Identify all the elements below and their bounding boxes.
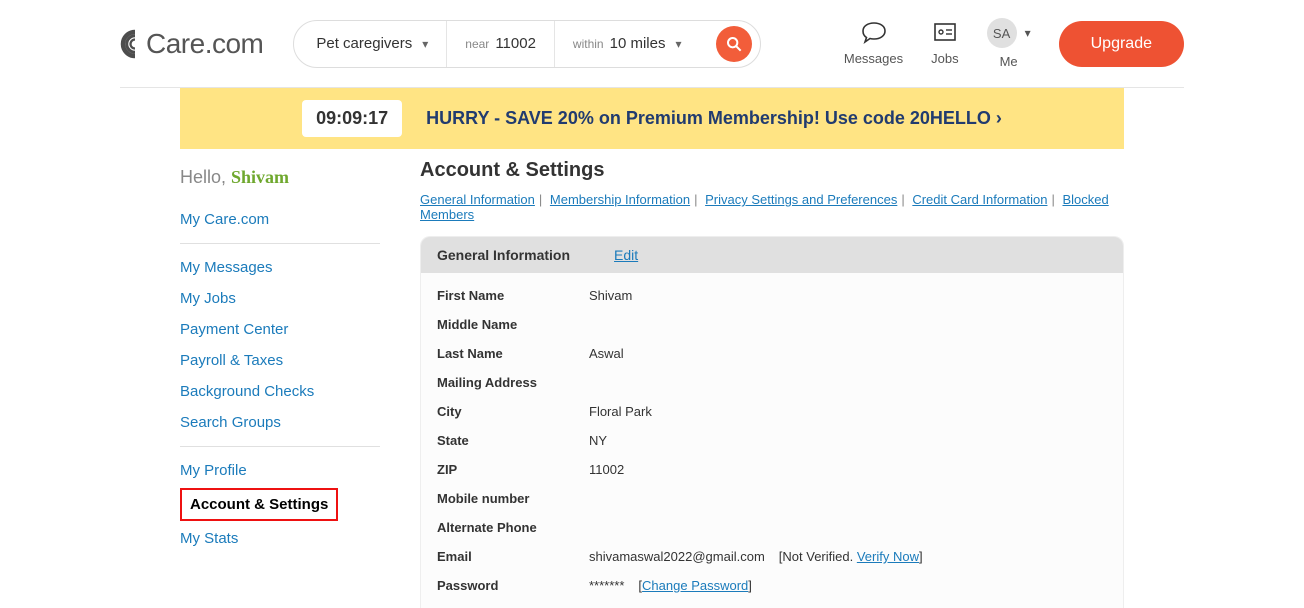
search-near-value: 11002 bbox=[495, 35, 536, 52]
logo-text: Care.com bbox=[146, 28, 263, 60]
jobs-label: Jobs bbox=[931, 51, 958, 66]
header-right: Messages Jobs SA ▾ Me bbox=[844, 18, 1184, 69]
panel-body: First Name Shivam Middle Name Last Name … bbox=[421, 273, 1123, 608]
search-within-label: within bbox=[573, 37, 604, 51]
sidebar-item-payroll-taxes[interactable]: Payroll & Taxes bbox=[180, 345, 380, 376]
zip-label: ZIP bbox=[437, 462, 589, 477]
sidebar-item-payment-center[interactable]: Payment Center bbox=[180, 314, 380, 345]
password-value: ******* bbox=[589, 578, 624, 593]
last-name-value: Aswal bbox=[589, 346, 624, 361]
hello-name: Shivam bbox=[231, 167, 289, 187]
password-label: Password bbox=[437, 578, 589, 593]
city-value: Floral Park bbox=[589, 404, 652, 419]
search-category-value: Pet caregivers bbox=[316, 35, 412, 52]
sidebar-item-background-checks[interactable]: Background Checks bbox=[180, 376, 380, 407]
field-last-name: Last Name Aswal bbox=[437, 339, 1107, 368]
general-info-panel: General Information Edit First Name Shiv… bbox=[420, 236, 1124, 608]
state-value: NY bbox=[589, 433, 607, 448]
search-bar: Pet caregivers ▾ near 11002 within 10 mi… bbox=[293, 20, 760, 68]
me-label: Me bbox=[1000, 54, 1018, 69]
middle-name-label: Middle Name bbox=[437, 317, 589, 332]
email-value: shivamaswal2022@gmail.com bbox=[589, 549, 765, 564]
first-name-value: Shivam bbox=[589, 288, 632, 303]
hello-greeting: Hello, Shivam bbox=[180, 167, 380, 188]
page-title: Account & Settings bbox=[420, 159, 1124, 182]
search-near-label: near bbox=[465, 37, 489, 51]
me-nav[interactable]: SA ▾ Me bbox=[987, 18, 1031, 69]
sidebar: Hello, Shivam My Care.com My Messages My… bbox=[180, 159, 380, 608]
last-name-label: Last Name bbox=[437, 346, 589, 361]
field-zip: ZIP 11002 bbox=[437, 455, 1107, 484]
search-within-value: 10 miles bbox=[610, 35, 666, 52]
alt-phone-label: Alternate Phone bbox=[437, 520, 589, 535]
upgrade-button[interactable]: Upgrade bbox=[1059, 21, 1184, 67]
sidebar-item-account-settings[interactable]: Account & Settings bbox=[180, 488, 338, 521]
messages-nav[interactable]: Messages bbox=[844, 21, 903, 66]
email-status-suffix: ] bbox=[919, 549, 923, 564]
password-change-wrap: [Change Password] bbox=[638, 578, 751, 593]
promo-timer: 09:09:17 bbox=[302, 100, 402, 137]
search-category[interactable]: Pet caregivers ▾ bbox=[294, 21, 446, 67]
content: Account & Settings General Information| … bbox=[420, 159, 1124, 608]
field-middle-name: Middle Name bbox=[437, 310, 1107, 339]
avatar: SA bbox=[987, 18, 1017, 48]
sidebar-item-my-care[interactable]: My Care.com bbox=[180, 204, 380, 235]
promo-banner[interactable]: 09:09:17 HURRY - SAVE 20% on Premium Mem… bbox=[180, 88, 1124, 149]
mobile-label: Mobile number bbox=[437, 491, 589, 506]
sub-links: General Information| Membership Informat… bbox=[420, 192, 1124, 222]
promo-text: HURRY - SAVE 20% on Premium Membership! … bbox=[426, 108, 1002, 129]
search-near[interactable]: near 11002 bbox=[446, 21, 554, 67]
mailing-label: Mailing Address bbox=[437, 375, 589, 390]
email-status: [Not Verified. Verify Now] bbox=[779, 549, 923, 564]
logo[interactable]: Care.com bbox=[120, 28, 263, 60]
link-membership-info[interactable]: Membership Information bbox=[550, 192, 690, 207]
main: Hello, Shivam My Care.com My Messages My… bbox=[0, 149, 1304, 608]
field-alt-phone: Alternate Phone bbox=[437, 513, 1107, 542]
jobs-nav[interactable]: Jobs bbox=[931, 21, 958, 66]
search-button[interactable] bbox=[716, 26, 752, 62]
chevron-down-icon: ▾ bbox=[675, 37, 681, 51]
messages-icon bbox=[861, 21, 887, 45]
first-name-label: First Name bbox=[437, 288, 589, 303]
edit-link[interactable]: Edit bbox=[614, 247, 638, 263]
verify-now-link[interactable]: Verify Now bbox=[857, 549, 919, 564]
chevron-down-icon: ▾ bbox=[1025, 26, 1031, 40]
field-city: City Floral Park bbox=[437, 397, 1107, 426]
email-label: Email bbox=[437, 549, 589, 564]
sidebar-item-my-profile[interactable]: My Profile bbox=[180, 455, 380, 486]
hello-text: Hello, bbox=[180, 167, 231, 187]
state-label: State bbox=[437, 433, 589, 448]
link-privacy[interactable]: Privacy Settings and Preferences bbox=[705, 192, 897, 207]
field-mailing-address: Mailing Address bbox=[437, 368, 1107, 397]
field-state: State NY bbox=[437, 426, 1107, 455]
field-password: Password ******* [Change Password] bbox=[437, 571, 1107, 600]
change-password-link[interactable]: Change Password bbox=[642, 578, 748, 593]
link-credit-card[interactable]: Credit Card Information bbox=[912, 192, 1047, 207]
link-general-info[interactable]: General Information bbox=[420, 192, 535, 207]
chevron-down-icon: ▾ bbox=[422, 37, 428, 51]
sidebar-item-my-jobs[interactable]: My Jobs bbox=[180, 283, 380, 314]
field-email: Email shivamaswal2022@gmail.com [Not Ver… bbox=[437, 542, 1107, 571]
header: Care.com Pet caregivers ▾ near 11002 wit… bbox=[0, 0, 1304, 87]
field-first-name: First Name Shivam bbox=[437, 281, 1107, 310]
field-mobile: Mobile number bbox=[437, 484, 1107, 513]
panel-header: General Information Edit bbox=[421, 237, 1123, 273]
zip-value: 11002 bbox=[589, 462, 624, 477]
sidebar-item-my-stats[interactable]: My Stats bbox=[180, 523, 380, 554]
jobs-icon bbox=[933, 22, 957, 44]
sidebar-item-search-groups[interactable]: Search Groups bbox=[180, 407, 380, 438]
sidebar-item-my-messages[interactable]: My Messages bbox=[180, 252, 380, 283]
panel-header-title: General Information bbox=[437, 247, 570, 263]
messages-label: Messages bbox=[844, 51, 903, 66]
city-label: City bbox=[437, 404, 589, 419]
search-icon bbox=[726, 36, 742, 52]
search-within[interactable]: within 10 miles ▾ bbox=[554, 21, 700, 67]
email-status-prefix: [Not Verified. bbox=[779, 549, 857, 564]
